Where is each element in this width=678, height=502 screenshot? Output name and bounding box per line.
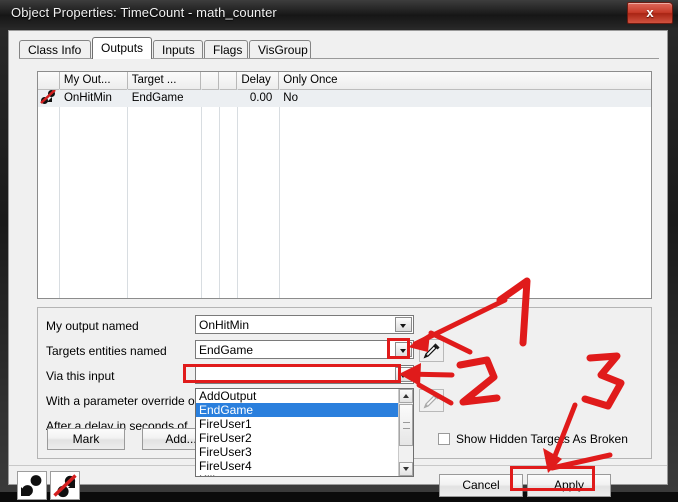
row-only-once: No [283, 92, 298, 104]
tab-outputs[interactable]: Outputs [92, 37, 152, 59]
my-output-named-combo[interactable]: OnHitMin [195, 315, 414, 334]
targets-entities-eyedropper-button[interactable] [419, 339, 444, 362]
eyedropper-icon [423, 343, 440, 359]
grid-col-3[interactable] [201, 72, 220, 89]
row-col-4 [219, 90, 237, 107]
grid-header-row: My Out... Target ... Delay Only Once [38, 72, 651, 90]
title-bar[interactable]: Object Properties: TimeCount - math_coun… [0, 0, 678, 28]
dropdown-option-addoutput[interactable]: AddOutput [196, 389, 413, 403]
dropdown-option-fireuser3[interactable]: FireUser3 [196, 445, 413, 459]
grid-separator [201, 89, 202, 298]
outputs-grid[interactable]: My Out... Target ... Delay Only Once OnH… [37, 71, 652, 299]
caret-down-icon [403, 467, 409, 471]
dropdown-scrollbar[interactable] [398, 389, 413, 476]
tab-class-info[interactable]: Class Info [19, 40, 91, 58]
grid-separator [127, 89, 128, 298]
close-button[interactable]: x [627, 2, 673, 24]
output-editor-panel: My output named Targets entities named V… [37, 307, 652, 477]
broken-link-icon [40, 90, 56, 105]
targets-entities-combo[interactable]: EndGame [195, 340, 414, 359]
scrollbar-thumb[interactable] [399, 404, 413, 446]
grid-separator [237, 89, 238, 298]
chevron-down-icon [400, 374, 406, 378]
eyedropper-icon [423, 393, 440, 409]
grid-col-target[interactable]: Target ... [127, 72, 202, 89]
apply-button[interactable]: Apply [527, 474, 611, 497]
object-properties-window: Object Properties: TimeCount - math_coun… [0, 0, 678, 500]
dialog-client-area: Class Info Outputs Inputs Flags VisGroup… [8, 30, 668, 500]
label-targets-entities: Targets entities named [46, 344, 167, 358]
tab-inputs[interactable]: Inputs [153, 40, 203, 58]
dropdown-option-endgame[interactable]: EndGame [196, 403, 413, 417]
row-delay: 0.00 [249, 92, 273, 104]
dropdown-option-fireuser1[interactable]: FireUser1 [196, 417, 413, 431]
checkbox-box[interactable] [438, 433, 450, 445]
chevron-down-icon [400, 324, 406, 328]
label-my-output-named: My output named [46, 319, 139, 333]
grid-col-my-output[interactable]: My Out... [59, 72, 128, 89]
dropdown-option-fireuser2[interactable]: FireUser2 [196, 431, 413, 445]
grid-col-icon[interactable] [38, 72, 60, 89]
caret-up-icon [403, 394, 409, 398]
dropdown-option-fireuser4[interactable]: FireUser4 [196, 459, 413, 473]
scroll-down-arrow[interactable] [399, 462, 413, 476]
dropdown-option-kill[interactable]: Kill [196, 473, 413, 476]
show-hidden-targets-label: Show Hidden Targets As Broken [456, 432, 628, 446]
my-output-named-dropdown-button[interactable] [395, 317, 412, 332]
close-icon: x [646, 5, 654, 20]
scroll-up-arrow[interactable] [399, 389, 413, 403]
targets-entities-dropdown-button[interactable] [395, 342, 412, 357]
grid-col-4[interactable] [219, 72, 238, 89]
cancel-button[interactable]: Cancel [439, 474, 523, 497]
row-col-3 [201, 90, 219, 107]
link-icon [21, 475, 42, 496]
unlink-entity-button[interactable] [50, 471, 80, 500]
label-parameter-override: With a parameter override of [46, 394, 199, 408]
grid-col-delay[interactable]: Delay [237, 72, 280, 89]
via-this-input-dropdown-list[interactable]: AddOutput EndGame FireUser1 FireUser2 Fi… [195, 388, 414, 477]
chevron-down-icon [400, 349, 406, 353]
tab-flags[interactable]: Flags [204, 40, 248, 58]
grid-separator [59, 89, 60, 298]
row-icon-cell [38, 90, 60, 107]
via-this-input-dropdown-button[interactable] [395, 367, 412, 382]
parameter-override-eyedropper-button[interactable] [419, 389, 444, 412]
link-entity-button[interactable] [17, 471, 47, 500]
mark-button[interactable]: Mark [47, 428, 125, 450]
grip-icon [403, 422, 410, 429]
grid-col-only-once[interactable]: Only Once [279, 72, 651, 89]
via-this-input-combo[interactable] [195, 365, 414, 384]
grid-separator [279, 89, 280, 298]
table-row[interactable]: OnHitMin EndGame 0.00 No [38, 90, 651, 107]
tab-strip: Class Info Outputs Inputs Flags VisGroup [19, 37, 659, 59]
grid-separator [219, 89, 220, 298]
row-my-output: OnHitMin [63, 92, 112, 104]
unlink-icon [53, 474, 77, 498]
my-output-named-value: OnHitMin [199, 318, 250, 332]
tab-visgroup[interactable]: VisGroup [249, 40, 311, 58]
label-via-this-input: Via this input [46, 369, 115, 383]
targets-entities-value: EndGame [199, 343, 254, 357]
row-target: EndGame [131, 92, 184, 104]
window-title: Object Properties: TimeCount - math_coun… [11, 5, 277, 20]
